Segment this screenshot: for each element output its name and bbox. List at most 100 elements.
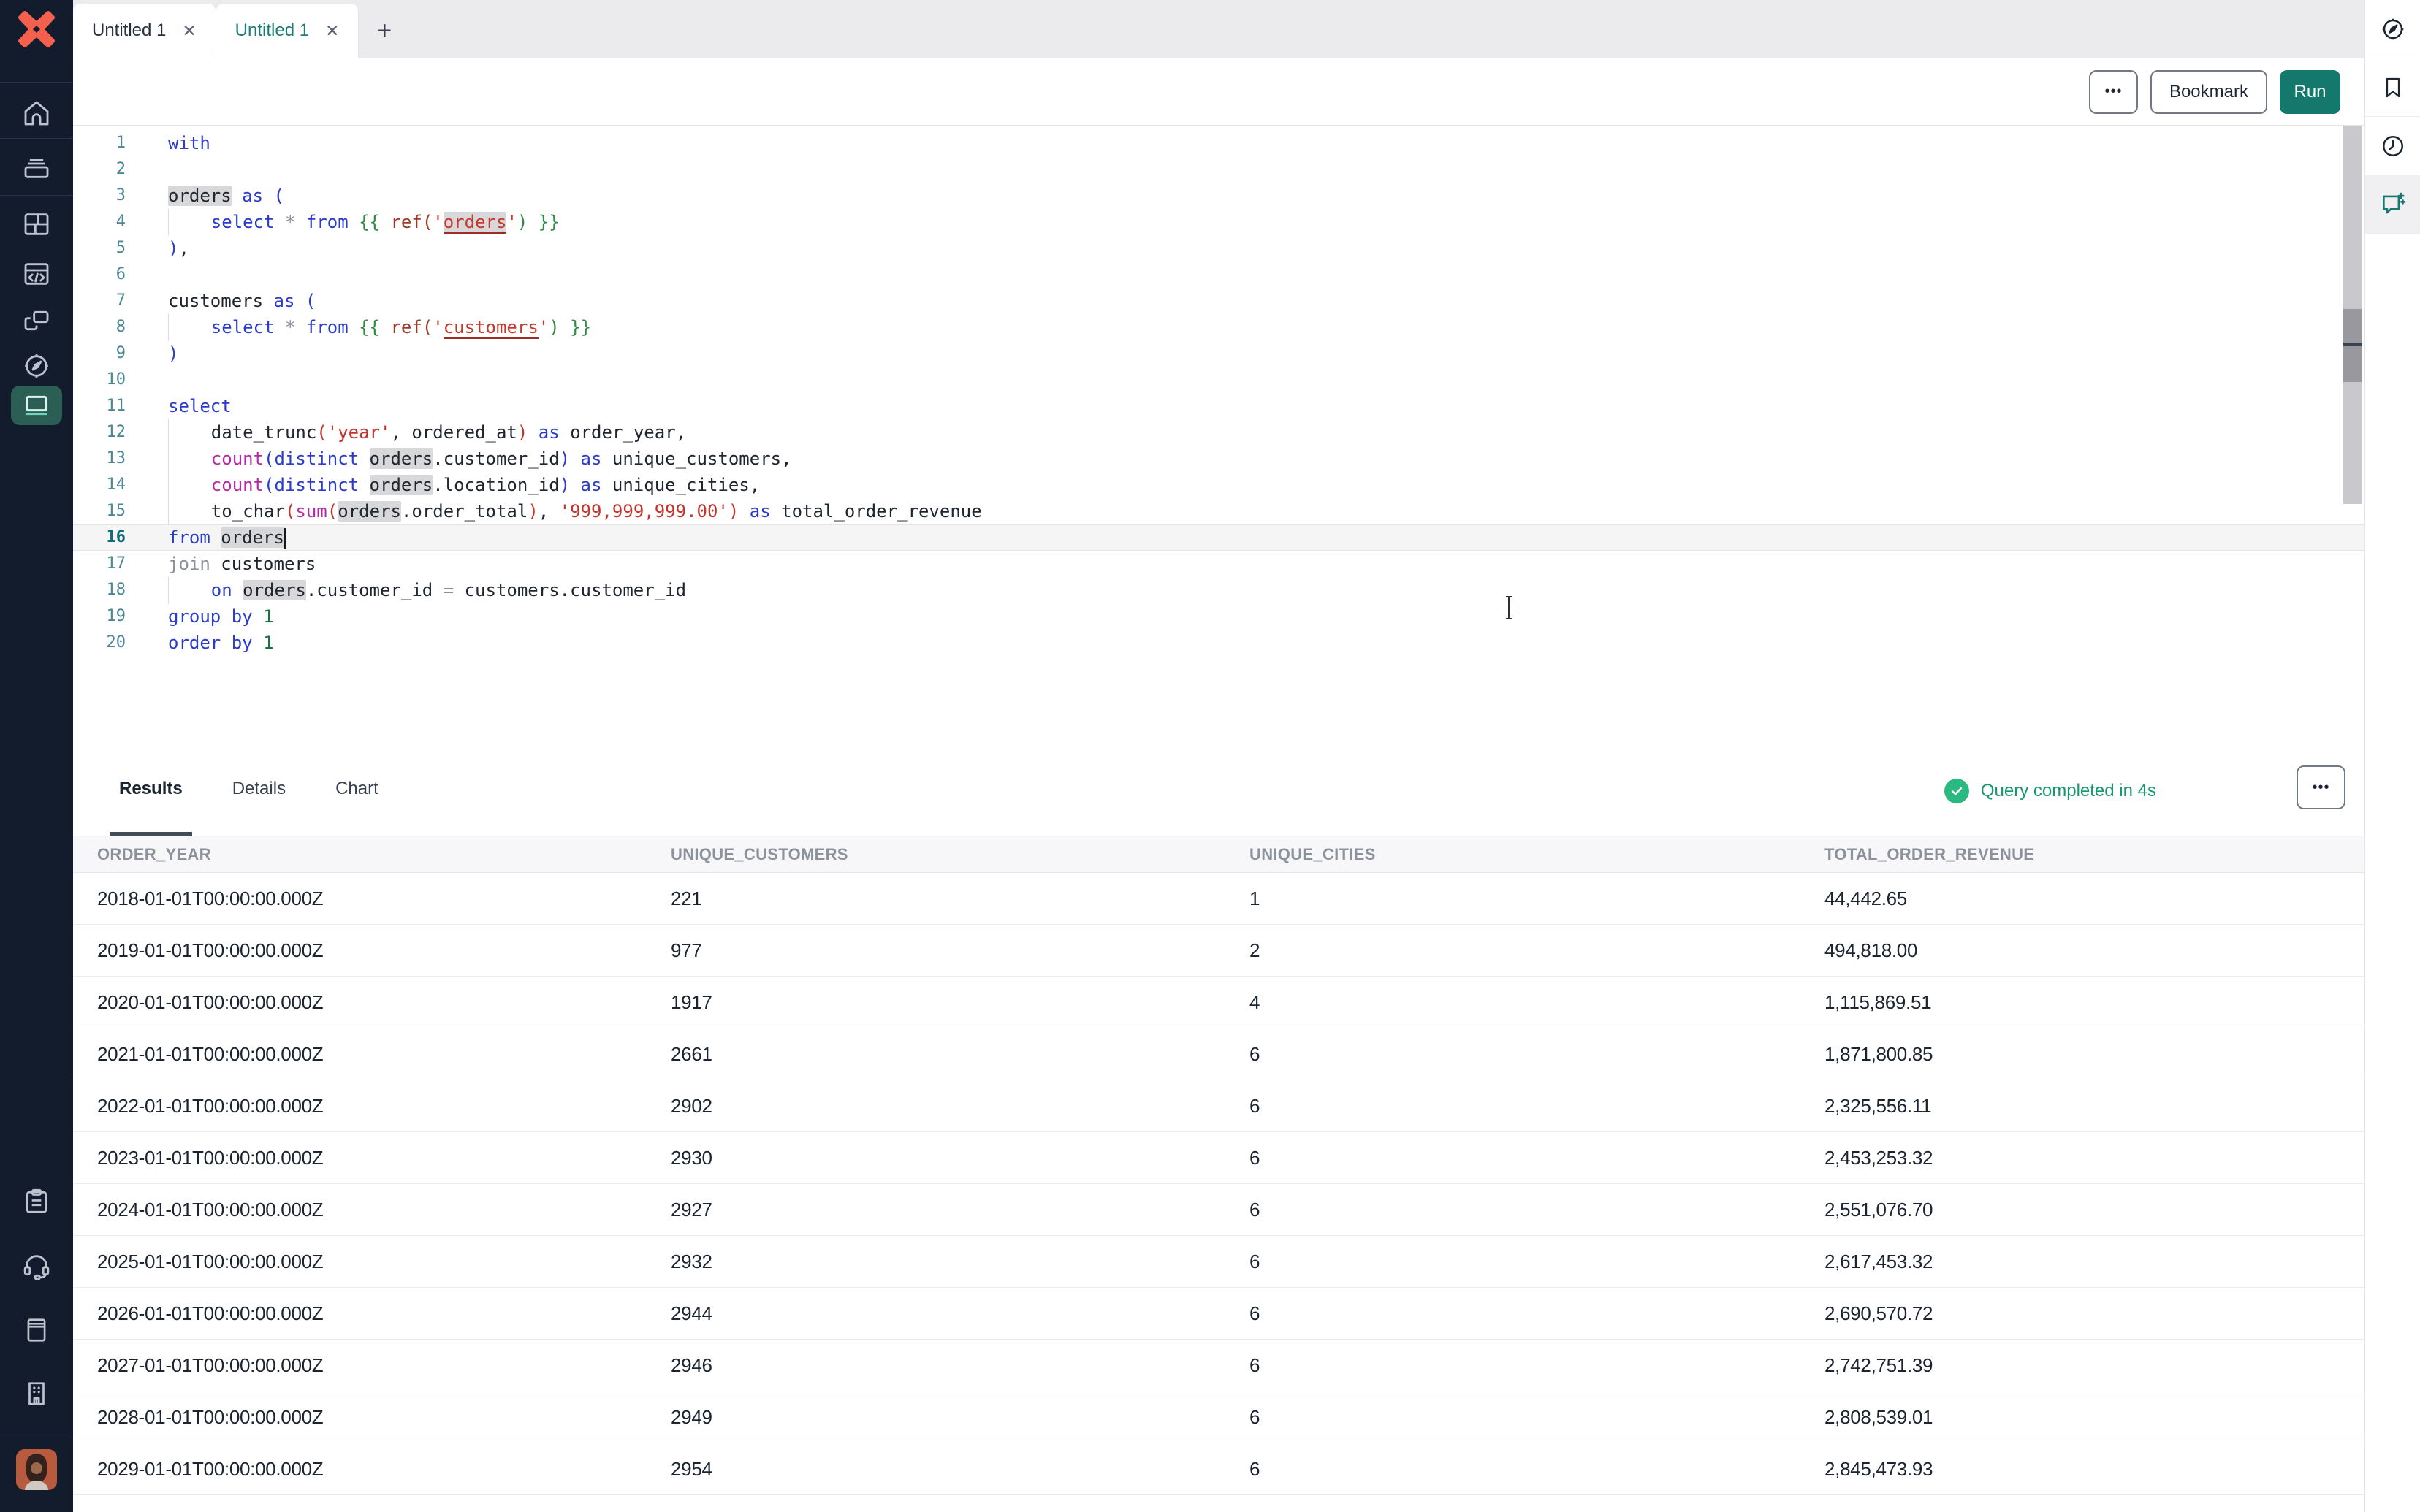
table-cell: 2927 [671, 1199, 1249, 1221]
results-more-button[interactable]: ••• [2297, 765, 2345, 809]
compass-icon[interactable] [2365, 0, 2420, 58]
table-row[interactable]: 2030-01-01T00:00:00.000Z287961,841,049.3… [73, 1495, 2364, 1512]
code-lines: 1with23orders as (4 select * from {{ ref… [73, 130, 2364, 656]
more-options-button[interactable]: ••• [2089, 70, 2138, 114]
windows-icon[interactable] [0, 298, 73, 343]
close-icon[interactable]: ✕ [325, 21, 339, 41]
code-line-5[interactable]: 5), [73, 235, 2364, 261]
line-number: 7 [73, 288, 126, 314]
table-row[interactable]: 2018-01-01T00:00:00.000Z221144,442.65 [73, 873, 2364, 925]
code-text: order by 1 [126, 630, 274, 656]
code-line-17[interactable]: 17join customers [73, 551, 2364, 577]
tab-chart[interactable]: Chart [326, 745, 388, 836]
code-text: select * from {{ ref('customers') }} [126, 314, 591, 340]
line-number: 2 [73, 156, 126, 183]
hex-logo-icon[interactable] [0, 9, 73, 50]
column-header[interactable]: UNIQUE_CITIES [1249, 845, 1824, 864]
main-area: Untitled 1 ✕ Untitled 1 ✕ + ••• Bookmark… [73, 0, 2364, 1512]
code-line-20[interactable]: 20order by 1 [73, 630, 2364, 656]
line-number: 9 [73, 340, 126, 367]
table-row[interactable]: 2022-01-01T00:00:00.000Z290262,325,556.1… [73, 1080, 2364, 1132]
table-row[interactable]: 2025-01-01T00:00:00.000Z293262,617,453.3… [73, 1236, 2364, 1288]
code-line-16[interactable]: 16from orders [73, 524, 2364, 551]
code-line-15[interactable]: 15 to_char(sum(orders.order_total), '999… [73, 498, 2364, 524]
bookmark-icon[interactable] [2365, 58, 2420, 117]
code-line-3[interactable]: 3orders as ( [73, 183, 2364, 209]
headset-icon[interactable] [0, 1243, 73, 1288]
table-cell: 6 [1249, 1302, 1824, 1325]
line-number: 6 [73, 261, 126, 288]
table-row[interactable]: 2020-01-01T00:00:00.000Z191741,115,869.5… [73, 977, 2364, 1028]
table-row[interactable]: 2029-01-01T00:00:00.000Z295462,845,473.9… [73, 1443, 2364, 1495]
code-line-19[interactable]: 19group by 1 [73, 603, 2364, 630]
table-cell: 6 [1249, 1199, 1824, 1221]
tab-untitled-2[interactable]: Untitled 1 ✕ [216, 4, 359, 58]
tab-untitled-1[interactable]: Untitled 1 ✕ [73, 4, 216, 58]
table-cell: 2018-01-01T00:00:00.000Z [97, 887, 671, 910]
code-line-13[interactable]: 13 count(distinct orders.customer_id) as… [73, 446, 2364, 472]
table-cell: 2025-01-01T00:00:00.000Z [97, 1251, 671, 1273]
table-cell: 2,325,556.11 [1824, 1095, 2364, 1118]
code-text: select * from {{ ref('orders') }} [126, 209, 560, 235]
column-header[interactable]: ORDER_YEAR [97, 845, 671, 864]
table-cell: 2879 [671, 1510, 1249, 1512]
code-line-14[interactable]: 14 count(distinct orders.location_id) as… [73, 472, 2364, 498]
sql-editor[interactable]: 1with23orders as (4 select * from {{ ref… [73, 126, 2364, 745]
table-cell: 2029-01-01T00:00:00.000Z [97, 1458, 671, 1481]
tab-results[interactable]: Results [110, 745, 192, 836]
table-cell: 4 [1249, 991, 1824, 1014]
code-line-12[interactable]: 12 date_trunc('year', ordered_at) as ord… [73, 419, 2364, 446]
clipboard-icon[interactable] [0, 1179, 73, 1224]
code-line-6[interactable]: 6 [73, 261, 2364, 288]
history-clock-icon[interactable] [2365, 117, 2420, 175]
code-line-7[interactable]: 7customers as ( [73, 288, 2364, 314]
tab-details[interactable]: Details [223, 745, 295, 836]
table-row[interactable]: 2019-01-01T00:00:00.000Z9772494,818.00 [73, 925, 2364, 977]
code-line-4[interactable]: 4 select * from {{ ref('orders') }} [73, 209, 2364, 235]
line-number: 13 [73, 446, 126, 472]
layout-grid-icon[interactable] [0, 202, 73, 247]
table-row[interactable]: 2028-01-01T00:00:00.000Z294962,808,539.0… [73, 1391, 2364, 1443]
home-icon[interactable] [0, 91, 73, 136]
code-text: count(distinct orders.customer_id) as un… [126, 446, 792, 472]
table-cell: 6 [1249, 1147, 1824, 1169]
table-cell: 2661 [671, 1043, 1249, 1066]
code-text [126, 261, 168, 288]
sidebar-divider [0, 82, 73, 83]
code-text: group by 1 [126, 603, 274, 630]
user-avatar[interactable] [16, 1449, 57, 1490]
code-line-2[interactable]: 2 [73, 156, 2364, 183]
code-text: ), [126, 235, 189, 261]
table-row[interactable]: 2021-01-01T00:00:00.000Z266161,871,800.8… [73, 1028, 2364, 1080]
line-number: 16 [73, 524, 126, 551]
table-cell: 6 [1249, 1510, 1824, 1512]
tray-icon[interactable] [0, 145, 73, 190]
code-window-icon[interactable] [0, 251, 73, 297]
code-line-11[interactable]: 11select [73, 393, 2364, 419]
code-line-8[interactable]: 8 select * from {{ ref('customers') }} [73, 314, 2364, 340]
run-button[interactable]: Run [2280, 70, 2340, 114]
table-row[interactable]: 2024-01-01T00:00:00.000Z292762,551,076.7… [73, 1184, 2364, 1236]
code-line-9[interactable]: 9) [73, 340, 2364, 367]
editor-scrollbar[interactable] [2343, 126, 2362, 504]
table-row[interactable]: 2027-01-01T00:00:00.000Z294662,742,751.3… [73, 1340, 2364, 1391]
ai-chat-icon[interactable] [2365, 175, 2420, 234]
compass-icon[interactable] [0, 345, 73, 387]
mouse-text-cursor [1502, 595, 1516, 620]
terminal-tile-active[interactable] [11, 386, 62, 425]
code-line-18[interactable]: 18 on orders.customer_id = customers.cus… [73, 577, 2364, 603]
column-header[interactable]: TOTAL_ORDER_REVENUE [1824, 845, 2364, 864]
table-row[interactable]: 2023-01-01T00:00:00.000Z293062,453,253.3… [73, 1132, 2364, 1184]
bookmark-button[interactable]: Bookmark [2150, 70, 2267, 114]
close-icon[interactable]: ✕ [182, 21, 196, 41]
book-icon[interactable] [0, 1307, 73, 1353]
column-header[interactable]: UNIQUE_CUSTOMERS [671, 845, 1249, 864]
table-row[interactable]: 2026-01-01T00:00:00.000Z294462,690,570.7… [73, 1288, 2364, 1340]
code-line-1[interactable]: 1with [73, 130, 2364, 156]
table-cell: 977 [671, 939, 1249, 962]
code-line-10[interactable]: 10 [73, 367, 2364, 393]
line-number: 8 [73, 314, 126, 340]
building-icon[interactable] [0, 1371, 73, 1416]
new-tab-button[interactable]: + [359, 4, 410, 58]
table-cell: 1917 [671, 991, 1249, 1014]
